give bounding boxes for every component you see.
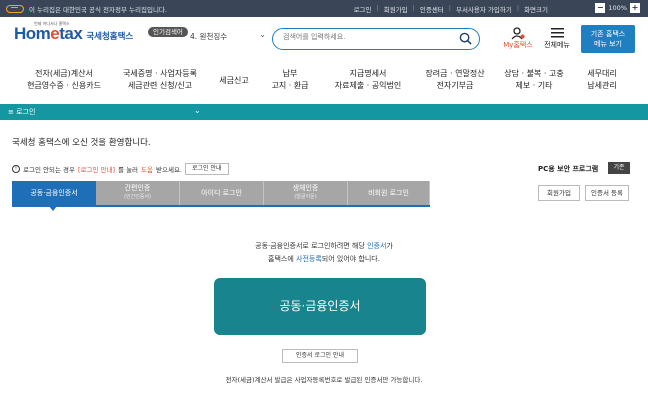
- main-nav: 전자(세금)계산서 현금영수증 · 신용카드 국세증명 · 사업자등록 세금관련 신…: [0, 62, 648, 104]
- old-hometax-button[interactable]: 기존 홈택스 메뉴 보기: [581, 25, 635, 53]
- cert-register-button[interactable]: 인증서 등록: [585, 185, 629, 201]
- user-icon: [511, 26, 525, 39]
- pc-security-install-button[interactable]: 기존: [608, 162, 630, 174]
- nav-item-tax-filing[interactable]: 세금신고: [212, 75, 256, 87]
- menu-icon: [550, 28, 564, 38]
- popular-search-badge: 인기검색어: [148, 27, 188, 37]
- logo-org-name: 국세청홈택스: [86, 32, 134, 42]
- tab-guest-login[interactable]: 비회원 로그인: [348, 181, 430, 205]
- hint-prefix: 로그인 안되는 경우: [23, 166, 75, 174]
- top-link-login[interactable]: 로그인: [354, 4, 372, 14]
- zoom-out-button[interactable]: −: [595, 3, 606, 13]
- join-button[interactable]: 회원가입: [538, 185, 580, 201]
- popular-search-value: 4. 원천징수: [190, 32, 228, 41]
- popular-search-select[interactable]: 4. 원천징수 ⌄: [190, 30, 270, 42]
- old-hometax-line2: 메뉴 보기: [594, 40, 622, 48]
- cert-login-guide-button[interactable]: 인증서 로그인 안내: [282, 349, 358, 363]
- nav-item-certificates[interactable]: 국세증명 · 사업자등록 세금관련 신청/신고: [116, 68, 204, 92]
- hint-middle: 를 눌러: [118, 166, 139, 174]
- login-section-bar[interactable]: ≡ 로그인 ⌄: [0, 104, 648, 120]
- my-hometax-button[interactable]: My홈택스: [502, 26, 534, 50]
- cert-link: 인증서: [367, 242, 387, 250]
- gov-notice: 이 누리집은 대한민국 공식 전자정부 누리집입니다.: [6, 4, 167, 14]
- login-hint: ! 로그인 안되는 경우 [로그인 안내] 를 눌러 도움 받으세요. 로그인 안내: [12, 163, 229, 175]
- nav-item-e-invoice[interactable]: 전자(세금)계산서 현금영수증 · 신용카드: [22, 68, 106, 92]
- tab-id-login[interactable]: 아이디 로그인: [180, 181, 264, 205]
- top-link-dept-join[interactable]: 부서사용자 가입하기: [456, 4, 512, 14]
- chevron-down-icon: ⌄: [194, 106, 201, 115]
- search-input[interactable]: [283, 33, 453, 41]
- header: 언제 어디서나 홈택스 Hometax 국세청홈택스 인기검색어 4. 원천징수…: [0, 17, 648, 62]
- nav-item-incentives[interactable]: 장려금 · 연말정산 전자기부금: [416, 68, 494, 92]
- active-tab-arrow: [48, 205, 58, 211]
- pre-register-link: 사전등록: [296, 255, 322, 263]
- top-link-join[interactable]: 회원가입: [384, 4, 408, 14]
- hint-suffix: 받으세요.: [156, 166, 183, 174]
- zoom-level: 100%: [608, 4, 627, 12]
- search-box: [272, 28, 480, 50]
- welcome-heading: 국세청 홈택스에 오신 것을 환영합니다.: [12, 138, 151, 148]
- login-bar-label: ≡ 로그인: [8, 108, 36, 116]
- info-icon: !: [12, 165, 20, 173]
- nav-item-tax-agent[interactable]: 세무대리 납세관리: [578, 68, 626, 92]
- all-menu-button[interactable]: 전체메뉴: [541, 26, 573, 50]
- tab-underline: [12, 205, 430, 207]
- hometax-logo[interactable]: 언제 어디서나 홈택스 Hometax 국세청홈택스: [14, 21, 134, 44]
- chevron-down-icon: ⌄: [259, 30, 266, 39]
- login-guide-button[interactable]: 로그인 안내: [185, 163, 229, 175]
- e-invoice-note: 전자(세금)계산서 발급은 사업자등록번호로 발급된 인증서만 가능합니다.: [225, 376, 423, 384]
- tab-biometric[interactable]: 생체인증 (얼굴지문): [264, 181, 348, 205]
- hint-help: 도움: [141, 166, 154, 174]
- hint-red-link: [로그인 안내]: [77, 166, 116, 174]
- cert-description: 공동·금융인증서로 로그인하려면 해당 인증서가 홈택스에 사전등록되어 있어야…: [255, 242, 393, 263]
- gov-mark-icon: [6, 5, 24, 13]
- nav-item-payment[interactable]: 납부 고지 · 환급: [264, 68, 316, 92]
- joint-cert-login-button[interactable]: 공동·금융인증서: [214, 278, 426, 335]
- zoom-control: − 100% +: [595, 3, 640, 13]
- old-hometax-line1: 기존 홈택스: [590, 30, 626, 38]
- logo-wordmark: Hometax: [14, 24, 83, 43]
- top-link-cert-center[interactable]: 인증센터: [420, 4, 444, 14]
- nav-item-consulting[interactable]: 상담 · 불복 · 고충 제보 · 기타: [500, 68, 568, 92]
- top-utility-bar: 이 누리집은 대한민국 공식 전자정부 누리집입니다. 로그인 | 회원가입 | 인…: [0, 0, 648, 17]
- gov-notice-text: 이 누리집은 대한민국 공식 전자정부 누리집입니다.: [29, 6, 167, 14]
- logo-tagline: 언제 어디서나 홈택스: [34, 21, 70, 26]
- search-icon[interactable]: [459, 32, 472, 45]
- my-hometax-label: My홈택스: [503, 41, 533, 49]
- login-method-tabs: 공동·금융인증서 간편인증 (민간인증서) 아이디 로그인 생체인증 (얼굴지문) …: [12, 181, 430, 205]
- all-menu-label: 전체메뉴: [544, 41, 570, 49]
- top-link-screen-size: 화면크기: [524, 6, 548, 14]
- tab-simple-auth[interactable]: 간편인증 (민간인증서): [96, 181, 180, 205]
- nav-item-statements[interactable]: 지급명세서 자료제출 · 공익법인: [326, 68, 410, 92]
- zoom-in-button[interactable]: +: [630, 3, 640, 13]
- top-links: 로그인 | 회원가입 | 인증센터 | 부서사용자 가입하기 | 화면크기: [353, 4, 548, 14]
- pc-security-label: PC용 보안 프로그램: [538, 165, 599, 173]
- tab-joint-cert[interactable]: 공동·금융인증서: [12, 181, 96, 205]
